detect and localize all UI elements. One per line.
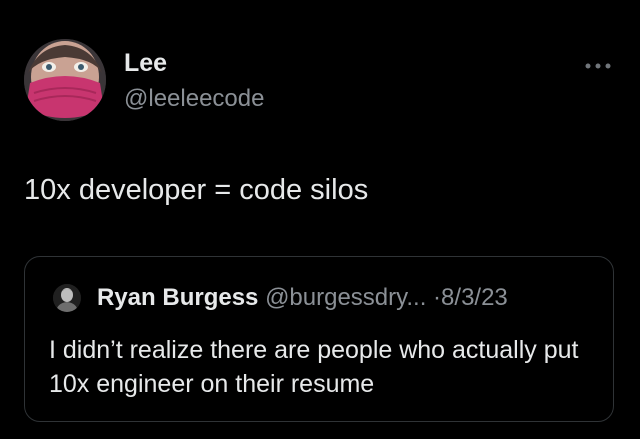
avatar-person-pink-mask-icon <box>24 39 106 121</box>
quoted-tweet-card[interactable]: Ryan Burgess @burgessdry... ·8/3/23 I di… <box>24 256 614 422</box>
quoted-tweet-text: I didn’t realize there are people who ac… <box>49 336 579 398</box>
quoted-tweet-date[interactable]: 8/3/23 <box>441 284 508 311</box>
quoted-author-avatar[interactable] <box>53 284 81 312</box>
more-options-button[interactable] <box>580 56 616 76</box>
author-handle[interactable]: @leeleecode <box>124 84 264 114</box>
separator-dot: · <box>433 284 442 311</box>
quoted-author-handle[interactable]: @burgessdry... <box>265 284 426 311</box>
quoted-author-display-name[interactable]: Ryan Burgess <box>97 284 258 311</box>
author-display-name[interactable]: Lee <box>124 48 167 78</box>
author-avatar[interactable] <box>24 39 106 121</box>
quoted-tweet-header: Ryan Burgess @burgessdry... ·8/3/23 <box>97 283 508 313</box>
more-horizontal-icon <box>585 63 611 69</box>
tweet-text: 10x developer = code silos <box>24 174 369 206</box>
avatar-person-icon <box>53 284 81 312</box>
